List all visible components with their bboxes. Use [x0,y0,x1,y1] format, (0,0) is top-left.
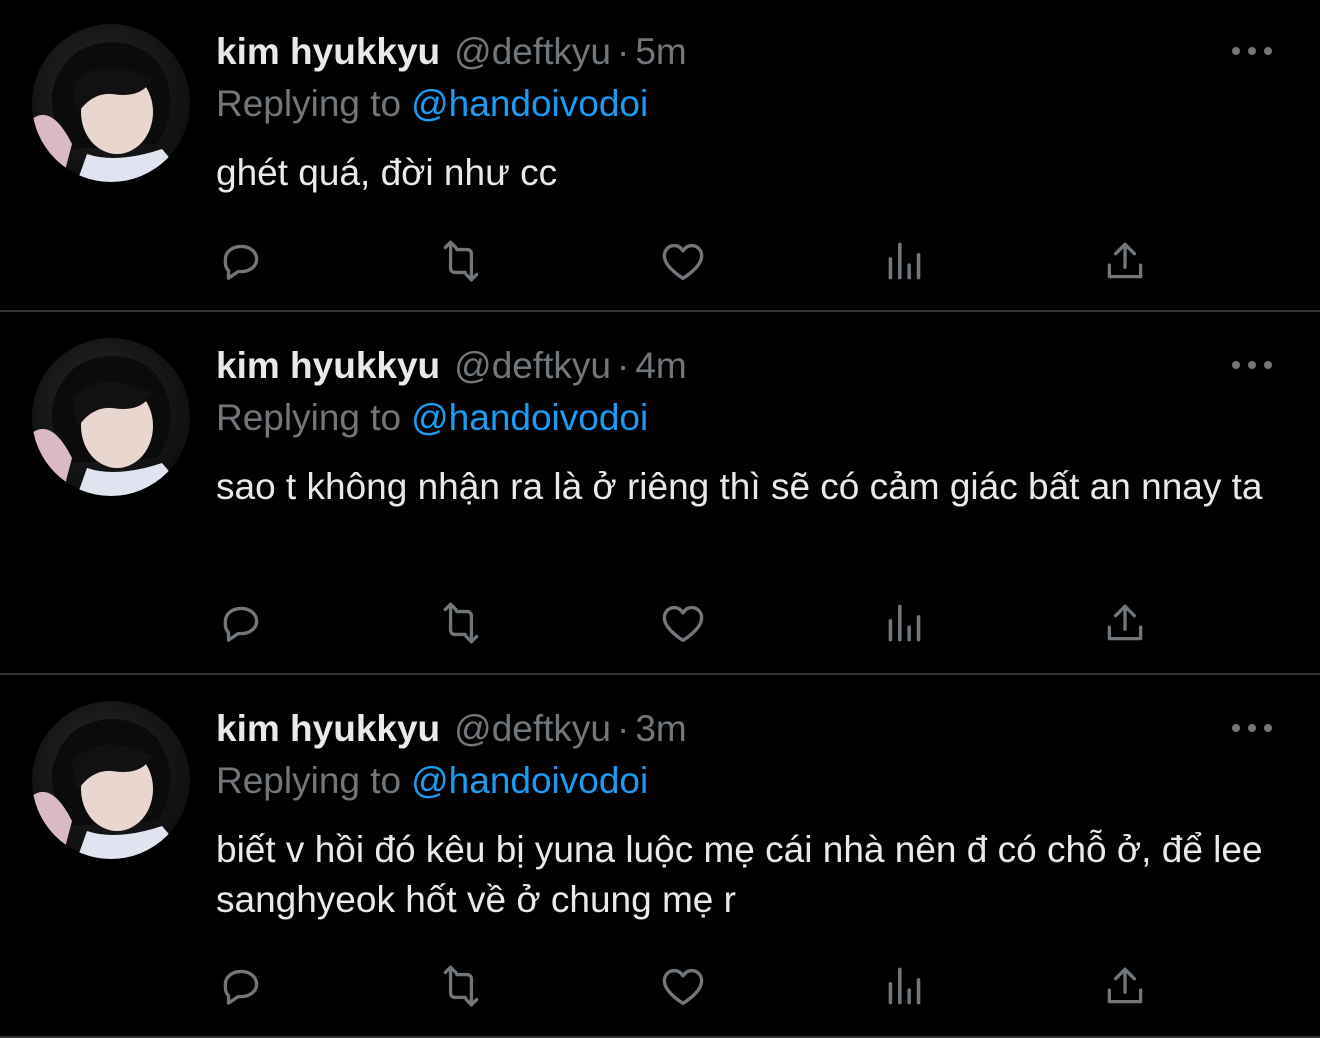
avatar[interactable] [32,338,190,496]
tweet-timestamp[interactable]: 4m [635,345,686,386]
reply-bubble-icon [223,606,259,642]
separator-dot: · [617,708,630,749]
retweet-button[interactable] [436,598,488,648]
retweet-arrows-icon [443,965,479,1007]
tweet-timestamp[interactable]: 5m [635,31,686,72]
views-bar-chart-icon [888,604,921,642]
views-button[interactable] [880,236,932,286]
tweet-actions [216,961,1156,1011]
tweet-actions [216,598,1156,648]
tweet-text: ghét quá, đời như cc [216,152,558,193]
replying-to: Replying to @handoivodoi [216,396,648,440]
mention-link[interactable]: @handoivodoi [411,760,648,801]
replying-label: Replying to [216,397,402,438]
retweet-arrows-icon [443,602,479,644]
share-button[interactable] [1100,598,1152,648]
tweet[interactable]: kim hyukkyu @deftkyu · 5m Replying to @hando… [0,0,1320,312]
views-button[interactable] [880,598,932,648]
reply-bubble-icon [223,969,259,1005]
replying-to: Replying to @handoivodoi [216,82,648,126]
share-button[interactable] [1100,236,1152,286]
avatar[interactable] [32,701,190,859]
like-button[interactable] [658,598,710,648]
tweet[interactable]: kim hyukkyu @deftkyu · 4m Replying to @hando… [0,312,1320,675]
tweet-header: kim hyukkyu @deftkyu · 5m [216,30,687,74]
more-dots-icon[interactable] [1232,721,1272,735]
tweet-header: kim hyukkyu @deftkyu · 4m [216,344,687,388]
tweet-text: biết v hồi đó kêu bị yuna luộc mẹ cái nh… [216,829,1263,920]
tweet-actions [216,236,1156,286]
author-handle[interactable]: @deftkyu [454,31,611,72]
reply-button[interactable] [216,598,268,648]
retweet-arrows-icon [443,240,479,282]
retweet-button[interactable] [436,961,488,1011]
replying-to: Replying to @handoivodoi [216,759,648,803]
views-button[interactable] [880,961,932,1011]
replying-label: Replying to [216,83,402,124]
reply-button[interactable] [216,236,268,286]
share-button[interactable] [1100,961,1152,1011]
replying-label: Replying to [216,760,402,801]
mention-link[interactable]: @handoivodoi [411,83,648,124]
heart-icon [662,605,704,642]
share-upload-icon [1107,604,1143,641]
tweet[interactable]: kim hyukkyu @deftkyu · 3m Replying to @hando… [0,675,1320,1038]
timeline: kim hyukkyu @deftkyu · 5m Replying to @hando… [0,0,1320,1038]
mention-link[interactable]: @handoivodoi [411,397,648,438]
heart-icon [662,968,704,1005]
tweet-text: sao t không nhận ra là ở riêng thì sẽ có… [216,466,1263,507]
views-bar-chart-icon [888,967,921,1005]
retweet-button[interactable] [436,236,488,286]
share-upload-icon [1107,967,1143,1004]
more-dots-icon[interactable] [1232,358,1272,372]
views-bar-chart-icon [888,242,921,280]
author-name[interactable]: kim hyukkyu [216,708,440,749]
reply-bubble-icon [223,244,259,280]
author-handle[interactable]: @deftkyu [454,708,611,749]
like-button[interactable] [658,961,710,1011]
author-name[interactable]: kim hyukkyu [216,345,440,386]
tweet-timestamp[interactable]: 3m [635,708,686,749]
separator-dot: · [617,31,630,72]
like-button[interactable] [658,236,710,286]
author-handle[interactable]: @deftkyu [454,345,611,386]
share-upload-icon [1107,242,1143,279]
more-dots-icon[interactable] [1232,44,1272,58]
avatar[interactable] [32,24,190,182]
author-name[interactable]: kim hyukkyu [216,31,440,72]
reply-button[interactable] [216,961,268,1011]
tweet-header: kim hyukkyu @deftkyu · 3m [216,707,687,751]
heart-icon [662,243,704,280]
separator-dot: · [617,345,630,386]
